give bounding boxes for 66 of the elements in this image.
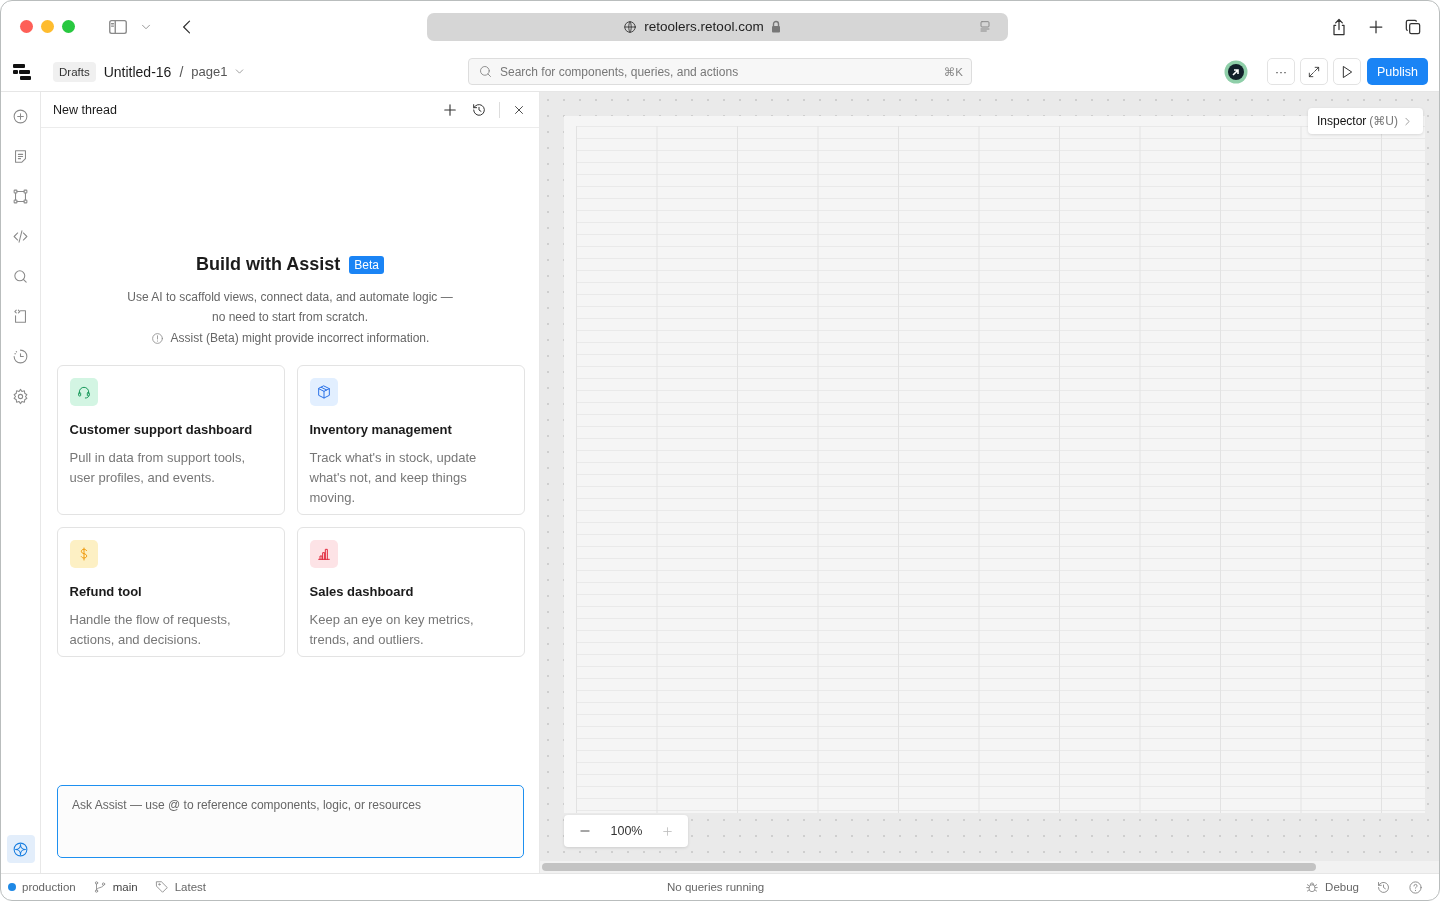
settings-icon (12, 387, 29, 405)
nodes-icon (12, 187, 29, 205)
breadcrumb-separator: / (179, 63, 184, 80)
sidebar-button[interactable] (6, 835, 35, 863)
help-icon[interactable] (1408, 879, 1423, 895)
avatar-icon[interactable] (1224, 59, 1248, 84)
drafts-link[interactable]: Drafts (53, 61, 96, 82)
reader-icon[interactable] (977, 18, 993, 35)
logo-icon[interactable] (12, 61, 32, 82)
more-button[interactable]: ··· (1267, 58, 1295, 85)
template-card[interactable]: Refund tool Handle the flow of requests, actions, and decisions. (56, 527, 285, 657)
card-title: Inventory management (309, 422, 453, 437)
address-bar[interactable]: retoolers.retool.com (427, 12, 1008, 41)
info-icon (150, 331, 164, 345)
branch-icon (92, 880, 107, 894)
scrollbar-thumb[interactable] (542, 863, 1316, 871)
query-status: No queries running (667, 881, 765, 893)
code-file-icon (12, 307, 29, 325)
sparkle-icon (12, 840, 29, 858)
card-title: Sales dashboard (309, 584, 415, 599)
prompt-field[interactable]: Ask Assist — use @ to reference components, logic, or resources (57, 785, 524, 858)
url-text: retoolers.retool.com (644, 19, 764, 34)
history-icon[interactable] (471, 101, 487, 118)
bar-chart-icon (315, 546, 332, 562)
publish-button[interactable]: Publish (1367, 58, 1428, 85)
search-icon (12, 267, 29, 285)
description-text: Use AI to scaffold views, connect data, and automate logic — no need to start from scratch. (126, 289, 454, 326)
clock-icon (12, 347, 29, 365)
environment-label[interactable]: production (22, 881, 76, 893)
tag-icon (154, 880, 169, 894)
template-card[interactable]: Sales dashboard Keep an eye on key metrics, trends, and outliers. (296, 527, 525, 657)
bug-icon (1305, 880, 1320, 894)
box-icon (315, 384, 332, 400)
card-description: Handle the flow of requests, actions, and decisions. (69, 611, 232, 649)
environment-dot (8, 883, 16, 891)
headset-icon (75, 384, 92, 400)
search-icon (478, 64, 493, 79)
document-icon (12, 147, 29, 165)
add-icon (12, 107, 29, 125)
template-card[interactable]: Inventory management Track what's in stock, update what's not, and keep things moving. (296, 365, 525, 515)
warning-text: Assist (Beta) might provide incorrect information. (170, 331, 430, 345)
panel-title: New thread (53, 102, 117, 117)
code-icon (12, 227, 29, 245)
window-control-button[interactable] (62, 20, 75, 33)
card-description: Keep an eye on key metrics, trends, and outliers. (309, 611, 475, 649)
card-description: Pull in data from support tools, user profiles, and events. (69, 449, 247, 487)
template-card[interactable]: Customer support dashboard Pull in data from support tools, user profiles, and events. (56, 365, 285, 515)
expand-icon (1307, 64, 1321, 79)
expand-button[interactable] (1300, 58, 1328, 85)
shortcut-hint: ⌘K (943, 65, 963, 79)
card-description: Track what's in stock, update what's not, and keep things moving. (309, 449, 478, 507)
app-name: Untitled-16 (103, 63, 172, 80)
zoom-level: 100% (610, 824, 643, 838)
branch-label[interactable]: main (112, 881, 138, 893)
beta-badge: Beta (349, 255, 384, 274)
preview-button[interactable] (1333, 58, 1361, 85)
inspector-button[interactable]: Inspector (⌘U) (1307, 108, 1423, 134)
card-title: Refund tool (69, 584, 143, 599)
globe-icon (623, 19, 638, 34)
debug-button[interactable]: Debug (1305, 880, 1359, 894)
page-selector[interactable]: page1 (191, 64, 247, 79)
tag-label[interactable]: Latest (174, 881, 206, 893)
window-control-button[interactable] (20, 20, 33, 33)
shortcut-hint: (⌘U) (1369, 114, 1398, 128)
card-title: Customer support dashboard (69, 422, 254, 437)
panel-heading: Build with Assist (196, 254, 341, 275)
